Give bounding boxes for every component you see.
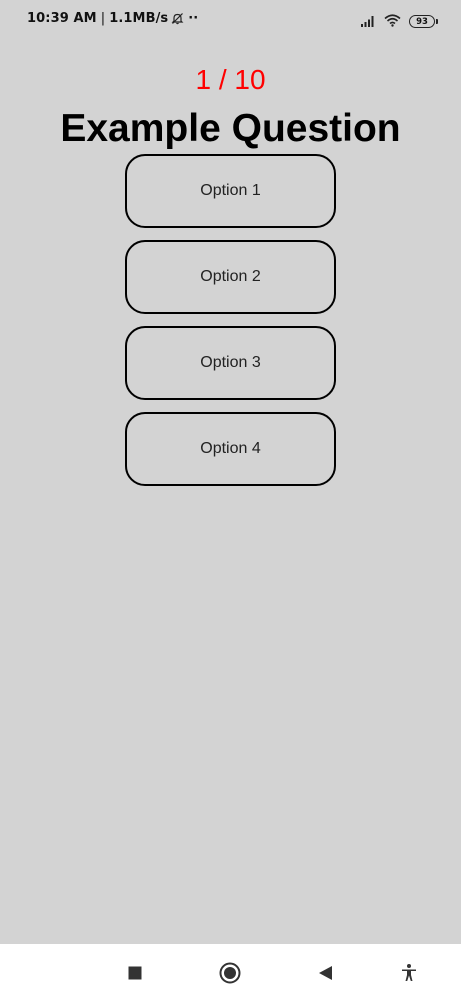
status-bar: 10:39 AM | 1.1MB/s ·· 93 [0, 0, 461, 40]
question-counter: 1 / 10 [195, 64, 266, 95]
option-label: Option 3 [200, 354, 261, 371]
more-notifications-icon: ·· [188, 11, 199, 26]
back-triangle-icon[interactable] [314, 962, 336, 984]
bell-off-icon [171, 12, 184, 25]
option-label: Option 2 [200, 268, 261, 285]
navigation-bar [0, 944, 461, 1000]
accessibility-icon[interactable] [398, 962, 420, 984]
home-circle-icon[interactable] [219, 962, 241, 984]
network-speed: 1.1MB/s [109, 11, 169, 26]
option-button-1[interactable]: Option 1 [125, 154, 336, 228]
option-button-4[interactable]: Option 4 [125, 412, 336, 486]
status-separator: | [100, 11, 106, 26]
signal-icon [360, 12, 376, 31]
recents-square-icon[interactable] [124, 962, 146, 984]
status-right: 93 [360, 12, 438, 31]
question-title: Example Question [60, 107, 401, 150]
battery-icon: 93 [409, 15, 438, 28]
wifi-icon [384, 12, 401, 31]
status-left: 10:39 AM | 1.1MB/s ·· [27, 11, 198, 26]
option-label: Option 1 [200, 182, 261, 199]
options-list: Option 1 Option 2 Option 3 Option 4 [125, 154, 336, 498]
option-button-2[interactable]: Option 2 [125, 240, 336, 314]
option-button-3[interactable]: Option 3 [125, 326, 336, 400]
battery-level: 93 [416, 16, 428, 27]
option-label: Option 4 [200, 440, 261, 457]
status-time: 10:39 AM [27, 11, 97, 26]
